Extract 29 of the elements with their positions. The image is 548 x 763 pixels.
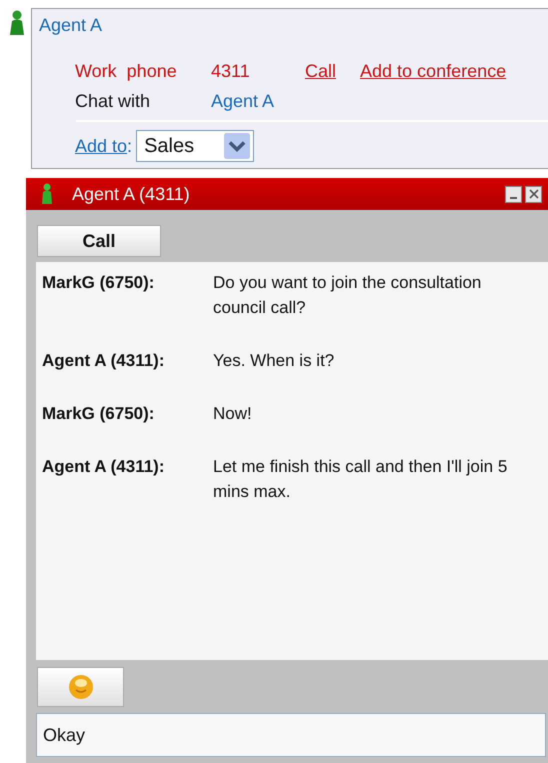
sender-name: Agent A (4311): (42, 350, 166, 372)
window-title: Agent A (4311) (72, 184, 191, 204)
message-text: Now! (213, 403, 253, 425)
add-to-link[interactable]: Add to (75, 136, 128, 156)
message-text: Do you want to join the consultation council call? (213, 272, 482, 319)
action-link[interactable]: Call (305, 60, 336, 82)
contact-name[interactable]: Agent A (39, 15, 102, 36)
minimize-button[interactable] (505, 186, 522, 202)
group-dropdown[interactable]: Sales (136, 130, 254, 162)
sender-name: Agent A (4311): (42, 456, 166, 478)
field-label: Chat with (75, 90, 152, 112)
action-link[interactable]: Add to conference (360, 60, 506, 82)
message-input[interactable]: Okay (36, 713, 546, 757)
contact-link[interactable]: Agent A (211, 90, 305, 112)
colon: : (127, 136, 132, 156)
message-text: Yes. When is it? (213, 350, 336, 372)
call-button[interactable]: Call (37, 225, 161, 257)
phone-number: 4311 (211, 60, 251, 82)
person-icon (8, 10, 26, 36)
sender-name: MarkG (6750): (42, 272, 156, 294)
close-button[interactable] (525, 186, 542, 202)
close-icon (528, 189, 538, 199)
smiley-icon (68, 674, 94, 700)
chevron-down-icon (224, 133, 250, 159)
sender-name: MarkG (6750): (42, 403, 156, 425)
person-icon (40, 183, 54, 205)
field-label: Work phone (75, 60, 178, 82)
minimize-icon (510, 197, 517, 199)
message-text: Let me finish this call and then I'll join 5 mins max. (213, 456, 508, 503)
